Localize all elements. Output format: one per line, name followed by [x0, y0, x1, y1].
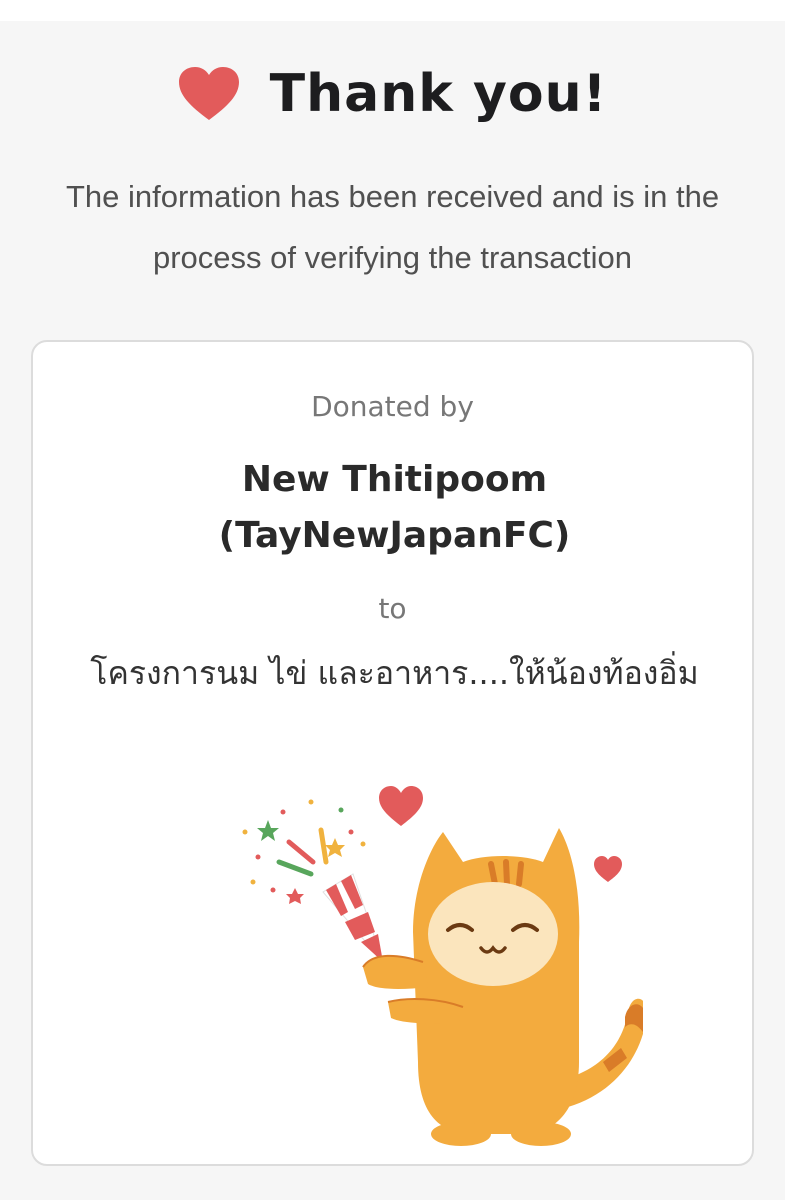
donor-name: New Thitipoom (TayNewJapanFC): [218, 459, 571, 556]
heart-icon: [178, 66, 240, 122]
page-header: Thank you!: [0, 64, 785, 124]
donated-by-label: Donated by: [311, 390, 474, 423]
donation-card: Donated by New Thitipoom (TayNewJapanFC)…: [31, 340, 754, 1166]
thank-you-page: Thank you! The information has been rece…: [0, 21, 785, 1200]
cat-celebration-illustration: [223, 762, 647, 1152]
project-name: โครงการนม ไข่ และอาหาร....ให้น้องท้องอิ่…: [90, 654, 699, 692]
status-message: The information has been received and is…: [65, 179, 720, 275]
party-popper-icon: [322, 873, 384, 963]
to-label: to: [378, 592, 407, 625]
page-title: Thank you!: [269, 64, 608, 124]
